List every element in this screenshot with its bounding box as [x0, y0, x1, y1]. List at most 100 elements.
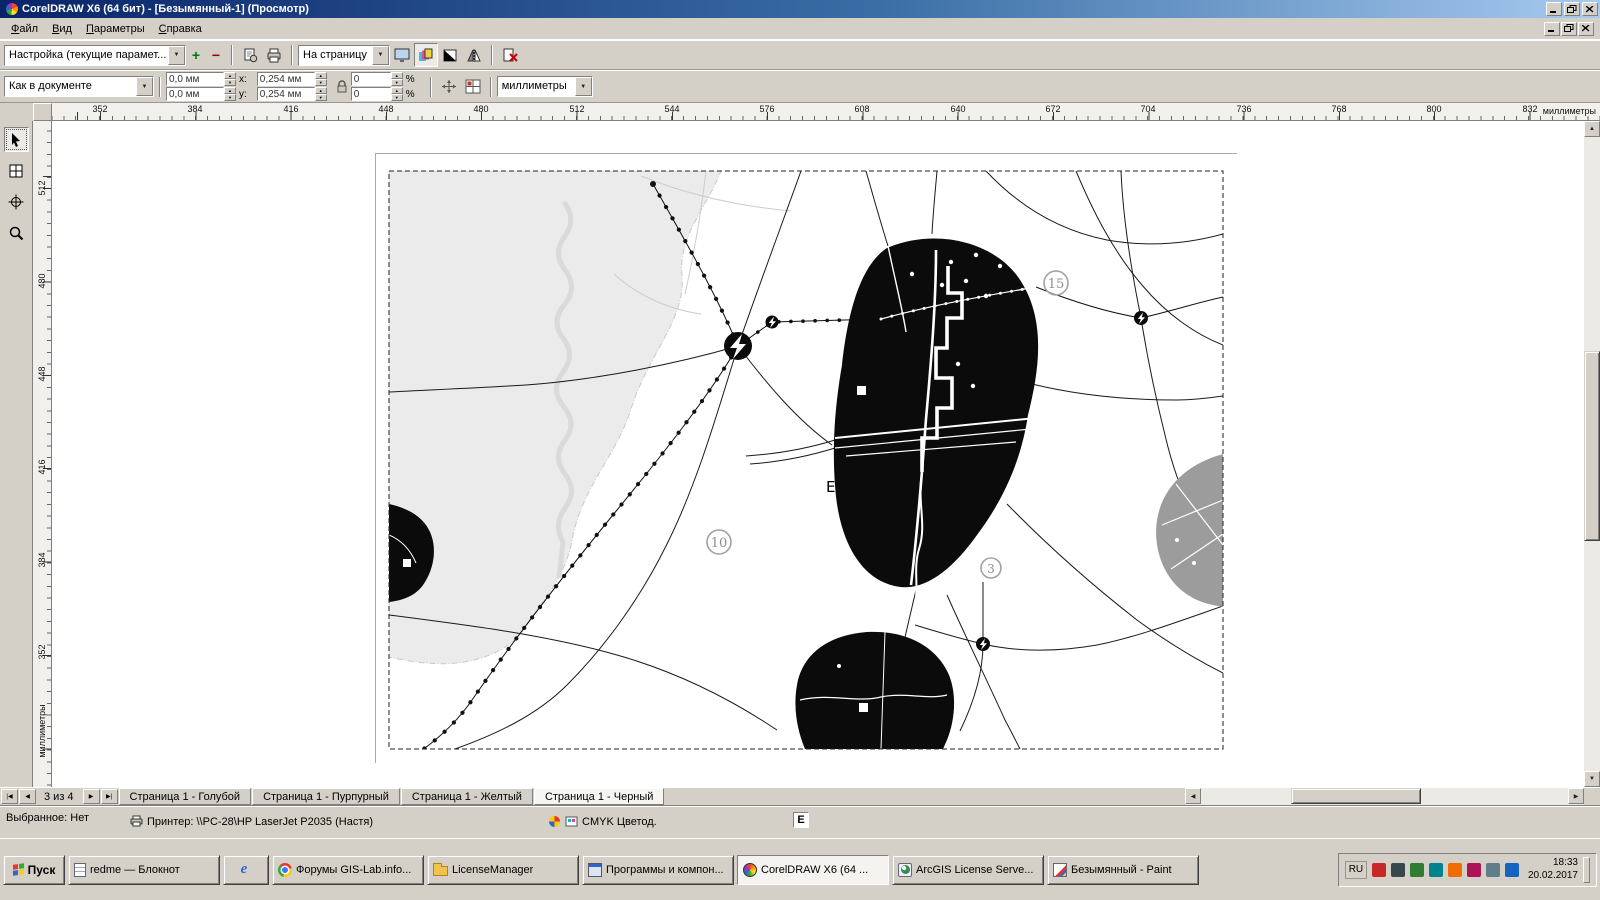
tray-icon[interactable]: [1467, 863, 1481, 877]
taskbar-task-arcgis[interactable]: ArcGIS License Serve...: [892, 855, 1044, 885]
ruler-origin-button[interactable]: [33, 103, 52, 121]
scale-x-spinner[interactable]: ▲▼: [391, 72, 403, 86]
spin-down-icon: ▼: [224, 94, 236, 101]
notepad-icon: [74, 863, 86, 877]
preview-canvas[interactable]: 15 10 3 E: [52, 121, 1584, 787]
scale-x-field[interactable]: 0: [351, 72, 391, 86]
tab-separation-black[interactable]: Страница 1 - Черный: [534, 788, 665, 805]
taskbar-task-programs[interactable]: Программы и компон...: [582, 855, 734, 885]
fullscreen-preview-icon[interactable]: [390, 43, 414, 67]
close-print-preview-icon[interactable]: [498, 43, 522, 67]
paint-icon: [1053, 863, 1067, 877]
show-desktop-button[interactable]: [1583, 857, 1590, 883]
preview-toolbox: [0, 121, 33, 787]
vertical-scroll-thumb[interactable]: [1584, 351, 1600, 541]
position-y-spinner[interactable]: ▲▼: [224, 87, 236, 101]
menu-view[interactable]: Вид: [45, 20, 79, 38]
horizontal-ruler[interactable]: 352 384 416 448 480 512 544 576 608 640 …: [52, 103, 1600, 121]
last-page-button[interactable]: ▶|: [101, 789, 118, 804]
width-field[interactable]: 0,254 мм: [257, 72, 315, 86]
separator: [291, 45, 293, 65]
vertical-ruler[interactable]: 512 480 448 416 384 352 миллиметры: [33, 121, 52, 787]
mdi-restore-button[interactable]: [1561, 22, 1577, 36]
imposition-layout-tool-icon[interactable]: [4, 158, 29, 183]
print-separations-icon[interactable]: [414, 43, 438, 67]
scale-y-spinner[interactable]: ▲▼: [391, 87, 403, 101]
invert-colors-icon[interactable]: [438, 43, 462, 67]
tray-icon[interactable]: [1391, 863, 1405, 877]
scale-y-field[interactable]: 0: [351, 87, 391, 101]
print-preview-toolbar: Настройка (текущие парамет... ▼ + − На с…: [0, 40, 1600, 70]
tray-icon-network[interactable]: [1505, 863, 1519, 877]
next-page-button[interactable]: ▶: [83, 789, 100, 804]
clock[interactable]: 18:33 20.02.2017: [1524, 857, 1578, 882]
windows-flag-icon: [13, 863, 24, 876]
marks-placement-tool-icon[interactable]: [4, 189, 29, 214]
chevron-down-icon[interactable]: ▼: [168, 46, 185, 65]
menu-options[interactable]: Параметры: [79, 20, 152, 38]
chevron-down-icon[interactable]: ▼: [136, 77, 153, 96]
delete-print-style-button[interactable]: −: [206, 45, 226, 65]
menu-help[interactable]: Справка: [152, 20, 209, 38]
previous-page-button[interactable]: ◀: [19, 789, 36, 804]
horizontal-scroll-thumb[interactable]: [1291, 788, 1421, 804]
tray-icon[interactable]: [1448, 863, 1462, 877]
print-icon[interactable]: [262, 43, 286, 67]
scroll-down-icon[interactable]: ▼: [1584, 771, 1600, 787]
map-callout-15: 15: [1048, 277, 1065, 292]
tab-separation-cyan[interactable]: Страница 1 - Голубой: [119, 788, 252, 805]
vertical-scrollbar[interactable]: ▲ ▼: [1584, 121, 1600, 787]
lock-ratio-icon[interactable]: [333, 75, 351, 99]
taskbar-task-coreldraw[interactable]: CorelDRAW X6 (64 ...: [737, 855, 889, 885]
print-options-icon[interactable]: [238, 43, 262, 67]
scrollbar-corner: [1584, 788, 1600, 805]
center-image-icon[interactable]: [437, 75, 461, 99]
print-style-combobox[interactable]: Настройка (текущие парамет... ▼: [4, 45, 186, 66]
tray-icon-update[interactable]: [1410, 863, 1424, 877]
mdi-close-button[interactable]: [1578, 22, 1594, 36]
coreldraw-app-icon[interactable]: [5, 2, 19, 16]
tab-separation-yellow[interactable]: Страница 1 - Желтый: [401, 788, 533, 805]
tray-icon-volume[interactable]: [1486, 863, 1500, 877]
language-indicator[interactable]: RU: [1345, 861, 1367, 879]
tray-icon-acrobat[interactable]: [1372, 863, 1386, 877]
mirror-icon[interactable]: [462, 43, 486, 67]
v-ruler-label: 448: [37, 366, 47, 381]
zoom-combobox[interactable]: На страницу ▼: [298, 45, 390, 66]
height-field[interactable]: 0,254 мм: [257, 87, 315, 101]
scroll-right-icon[interactable]: ▶: [1568, 788, 1584, 804]
taskbar-task-browser[interactable]: Форумы GIS-Lab.info...: [272, 855, 424, 885]
units-combobox[interactable]: миллиметры ▼: [497, 76, 593, 97]
close-button[interactable]: [1582, 2, 1598, 16]
mdi-minimize-button[interactable]: [1544, 22, 1560, 36]
start-button[interactable]: Пуск: [3, 855, 65, 885]
image-position-combobox[interactable]: Как в документе ▼: [4, 76, 154, 97]
scroll-left-icon[interactable]: ◀: [1185, 788, 1201, 804]
units-value: миллиметры: [498, 77, 575, 96]
add-print-style-button[interactable]: +: [186, 45, 206, 65]
width-spinner[interactable]: ▲▼: [315, 72, 327, 86]
position-y-field[interactable]: 0,0 мм: [166, 87, 224, 101]
notification-badge[interactable]: E: [793, 812, 809, 828]
imposition-grid-icon[interactable]: [461, 75, 485, 99]
pick-tool-icon[interactable]: [4, 127, 29, 152]
position-x-field[interactable]: 0,0 мм: [166, 72, 224, 86]
tray-icon[interactable]: [1429, 863, 1443, 877]
height-spinner[interactable]: ▲▼: [315, 87, 327, 101]
minimize-button[interactable]: [1546, 2, 1562, 16]
taskbar-task-notepad[interactable]: redme — Блокнот: [68, 855, 220, 885]
taskbar-task-ie[interactable]: e: [223, 855, 269, 885]
restore-button[interactable]: [1564, 2, 1580, 16]
taskbar-task-paint[interactable]: Безымянный - Paint: [1047, 855, 1199, 885]
scroll-up-icon[interactable]: ▲: [1584, 121, 1600, 137]
taskbar-task-licensemanager[interactable]: LicenseManager: [427, 855, 579, 885]
menu-file[interactable]: Файл: [4, 20, 45, 38]
horizontal-scrollbar[interactable]: ◀ ▶: [1185, 788, 1584, 805]
chevron-down-icon[interactable]: ▼: [575, 77, 592, 96]
tab-separation-magenta[interactable]: Страница 1 - Пурпурный: [252, 788, 400, 805]
chevron-down-icon[interactable]: ▼: [372, 46, 389, 65]
first-page-button[interactable]: |◀: [1, 789, 18, 804]
zoom-tool-icon[interactable]: [4, 220, 29, 245]
position-x-spinner[interactable]: ▲▼: [224, 72, 236, 86]
zoom-value: На страницу: [299, 46, 372, 65]
